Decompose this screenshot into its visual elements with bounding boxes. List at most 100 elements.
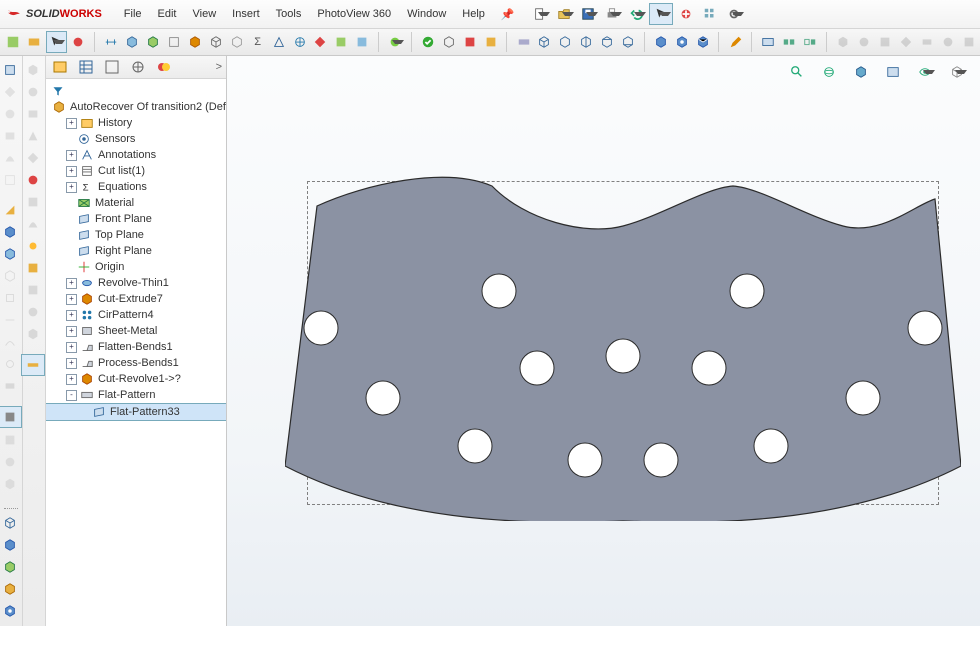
cmd-geom[interactable] (269, 32, 288, 52)
expand-icon[interactable]: + (66, 118, 77, 129)
expand-icon[interactable]: + (66, 166, 77, 177)
vtool[interactable] (0, 376, 21, 396)
vtool2[interactable] (22, 82, 44, 102)
undo-button[interactable] (625, 4, 647, 24)
expand-icon[interactable]: + (66, 182, 77, 193)
vtool[interactable] (0, 452, 21, 472)
expand-icon[interactable]: + (66, 150, 77, 161)
vtool[interactable] (0, 170, 21, 190)
vtool-iso[interactable] (0, 513, 21, 533)
cmd-iso1[interactable] (535, 32, 554, 52)
cmd-sheet[interactable] (164, 32, 183, 52)
tree-row[interactable]: Right Plane (46, 243, 226, 259)
tree-row[interactable]: Top Plane (46, 227, 226, 243)
fmgr-tab-disp[interactable] (156, 59, 172, 75)
tree-row[interactable]: +CirPattern4 (46, 307, 226, 323)
vtool2[interactable] (22, 126, 44, 146)
expand-icon[interactable]: + (66, 342, 77, 353)
save-button[interactable] (577, 4, 599, 24)
options-grid-button[interactable] (699, 4, 721, 24)
tree-row[interactable]: +Process-Bends1 (46, 355, 226, 371)
filter-row[interactable] (46, 83, 226, 99)
cmd-iso2[interactable] (556, 32, 575, 52)
menu-view[interactable]: View (185, 6, 225, 22)
cmd-check[interactable] (418, 32, 437, 52)
vtool[interactable] (0, 148, 21, 168)
cmd-solid2[interactable] (672, 32, 691, 52)
menu-tools[interactable]: Tools (268, 6, 310, 22)
vtool2[interactable] (22, 214, 44, 234)
vtool-iso[interactable] (0, 579, 21, 599)
tree-row[interactable]: +Cut-Revolve1->? (46, 371, 226, 387)
cmd-iso3[interactable] (577, 32, 596, 52)
cmd-iso5[interactable] (619, 32, 638, 52)
cmd-edit[interactable] (726, 32, 745, 52)
expand-icon[interactable]: + (66, 294, 77, 305)
vtool[interactable] (0, 60, 21, 80)
expand-icon[interactable]: + (66, 278, 77, 289)
tree-row[interactable]: Material (46, 195, 226, 211)
vtool2[interactable] (22, 192, 44, 212)
menu-insert[interactable]: Insert (224, 6, 268, 22)
menu-window[interactable]: Window (399, 6, 454, 22)
print-button[interactable] (601, 4, 623, 24)
hud-appear-icon[interactable] (946, 62, 968, 82)
tree-row[interactable]: +Sheet-Metal (46, 323, 226, 339)
cmd-rel1[interactable] (780, 32, 799, 52)
cmd-wire[interactable] (439, 32, 458, 52)
vtool[interactable] (0, 266, 21, 286)
cmd-btn[interactable] (69, 32, 88, 52)
cmd-solid3[interactable] (693, 32, 712, 52)
pin-icon[interactable]: 📌 (501, 8, 515, 21)
select-button[interactable] (649, 3, 673, 25)
cmd-dim[interactable] (102, 32, 121, 52)
cmd-solid1[interactable] (652, 32, 671, 52)
cmd-wire[interactable] (206, 32, 225, 52)
vtool2[interactable] (22, 302, 44, 322)
vtool-color[interactable] (22, 170, 44, 190)
vtool2[interactable] (22, 280, 44, 300)
vtool[interactable] (0, 104, 21, 124)
vtool-iso[interactable] (0, 557, 21, 577)
rebuild-button[interactable] (675, 4, 697, 24)
menu-help[interactable]: Help (454, 6, 493, 22)
cmd-cube1[interactable] (123, 32, 142, 52)
feature-tree[interactable]: AutoRecover Of transition2 (Default<<D +… (46, 79, 226, 626)
vtool-sun[interactable] (22, 236, 44, 256)
expand-icon[interactable]: + (66, 358, 77, 369)
cmd-cube2[interactable] (143, 32, 162, 52)
cmd-btn[interactable] (4, 32, 23, 52)
cmd-wire2[interactable] (227, 32, 246, 52)
vtool2[interactable] (22, 148, 44, 168)
cmd-cut[interactable] (185, 32, 204, 52)
menu-edit[interactable]: Edit (150, 6, 185, 22)
cmd-ref[interactable] (290, 32, 309, 52)
tree-row[interactable]: -Flat-Pattern (46, 387, 226, 403)
menu-file[interactable]: File (116, 6, 150, 22)
tree-row[interactable]: +ΣEquations (46, 179, 226, 195)
tree-row[interactable]: +Cut-Extrude7 (46, 291, 226, 307)
hud-section-icon[interactable] (850, 62, 872, 82)
cmd-sect[interactable] (514, 32, 533, 52)
cmd-iso4[interactable] (598, 32, 617, 52)
tree-row[interactable]: +Flatten-Bends1 (46, 339, 226, 355)
hud-display-icon[interactable] (882, 62, 904, 82)
vtool-tan[interactable] (0, 200, 21, 220)
tree-row-child[interactable]: Flat-Pattern33 (46, 403, 226, 421)
flat-pattern-part[interactable] (285, 176, 961, 521)
vtool-cube[interactable] (0, 222, 21, 242)
cmd-btn[interactable] (481, 32, 500, 52)
vtool-cube2[interactable] (0, 244, 21, 264)
settings-button[interactable] (723, 4, 745, 24)
vtool-active2[interactable] (21, 354, 45, 376)
open-doc-button[interactable] (553, 4, 575, 24)
cmd-btn[interactable] (353, 32, 372, 52)
vtool-iso[interactable] (0, 535, 21, 555)
vtool2[interactable] (22, 324, 44, 344)
graphics-viewport[interactable] (227, 56, 980, 626)
vtool[interactable] (0, 474, 21, 494)
fmgr-tab-conf[interactable] (104, 59, 120, 75)
vtool[interactable] (0, 354, 21, 374)
fmgr-tab-prop[interactable] (78, 59, 94, 75)
cmd-btn[interactable] (332, 32, 351, 52)
